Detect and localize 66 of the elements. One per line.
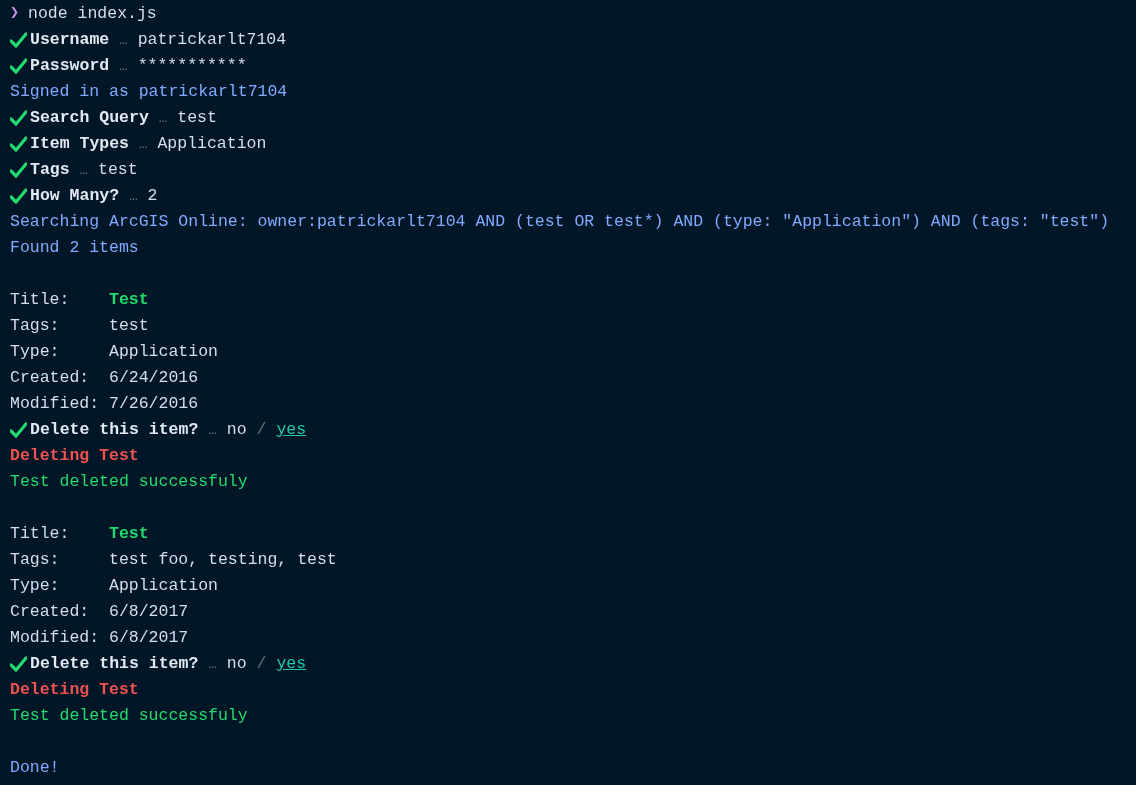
checkmark-icon — [10, 110, 27, 126]
checkmark-icon — [10, 136, 27, 152]
prompt-label: How Many? — [30, 185, 120, 207]
ellipsis: … — [139, 135, 148, 154]
prompt-answer: test — [98, 159, 138, 181]
ellipsis: … — [129, 187, 138, 206]
field-value: test foo, testing, test — [109, 549, 337, 571]
field-value: 6/8/2017 — [109, 601, 189, 623]
field-label: Modified: — [10, 628, 100, 647]
prompt-answer: Application — [157, 133, 267, 155]
field-label: Created: — [10, 602, 90, 621]
field-value: Test — [109, 289, 149, 311]
prompt-label: Password — [30, 55, 110, 77]
field-label: Title: — [10, 524, 70, 543]
info-message: Done! — [10, 757, 60, 779]
prompt-symbol: ❯ — [10, 4, 20, 24]
prompt-answer: 2 — [147, 185, 158, 207]
field-label: Tags: — [10, 550, 60, 569]
ellipsis: … — [119, 57, 128, 76]
separator: / — [256, 653, 267, 675]
field-label: Type: — [10, 342, 60, 361]
prompt-label: Delete this item? — [30, 653, 199, 675]
field-label: Created: — [10, 368, 90, 387]
field-value: Application — [109, 575, 218, 597]
checkmark-icon — [10, 422, 27, 438]
field-value: Test — [109, 523, 149, 545]
field-value: 6/8/2017 — [109, 627, 189, 649]
error-message: Deleting Test — [10, 679, 139, 701]
choice-option[interactable]: no — [226, 651, 247, 677]
checkmark-icon — [10, 656, 27, 672]
field-value: 7/26/2016 — [109, 393, 199, 415]
field-value: Application — [109, 341, 218, 363]
field-value: test — [109, 315, 149, 337]
ellipsis: … — [208, 421, 217, 440]
ellipsis: … — [119, 31, 128, 50]
field-label: Type: — [10, 576, 60, 595]
info-message: Found 2 items — [10, 237, 139, 259]
field-value: 6/24/2016 — [109, 367, 199, 389]
success-message: Test deleted successfuly — [10, 705, 248, 727]
checkmark-icon — [10, 58, 27, 74]
ellipsis: … — [208, 655, 217, 674]
choice-option[interactable]: yes — [276, 651, 307, 677]
prompt-label: Search Query — [30, 107, 149, 129]
prompt-label: Item Types — [30, 133, 130, 155]
field-label: Tags: — [10, 316, 60, 335]
checkmark-icon — [10, 32, 27, 48]
separator: / — [256, 419, 267, 441]
prompt-answer: patrickarlt7104 — [137, 29, 287, 51]
command-text: node index.js — [28, 3, 157, 25]
info-message: Signed in as patrickarlt7104 — [10, 81, 288, 103]
info-message: Searching ArcGIS Online: owner:patrickarlt7104 AND (test OR test*) AND (type: "Application") AND (tags: "test") — [10, 211, 1110, 233]
error-message: Deleting Test — [10, 445, 139, 467]
field-label: Modified: — [10, 394, 100, 413]
checkmark-icon — [10, 188, 27, 204]
success-message: Test deleted successfuly — [10, 471, 248, 493]
prompt-answer: test — [177, 107, 217, 129]
field-label: Title: — [10, 290, 70, 309]
prompt-label: Delete this item? — [30, 419, 199, 441]
prompt-label: Username — [30, 29, 110, 51]
choice-option[interactable]: no — [226, 417, 247, 443]
checkmark-icon — [10, 162, 27, 178]
prompt-label: Tags — [30, 159, 70, 181]
choice-option[interactable]: yes — [276, 417, 307, 443]
prompt-answer: *********** — [137, 55, 247, 77]
ellipsis: … — [79, 161, 88, 180]
ellipsis: … — [158, 109, 168, 128]
